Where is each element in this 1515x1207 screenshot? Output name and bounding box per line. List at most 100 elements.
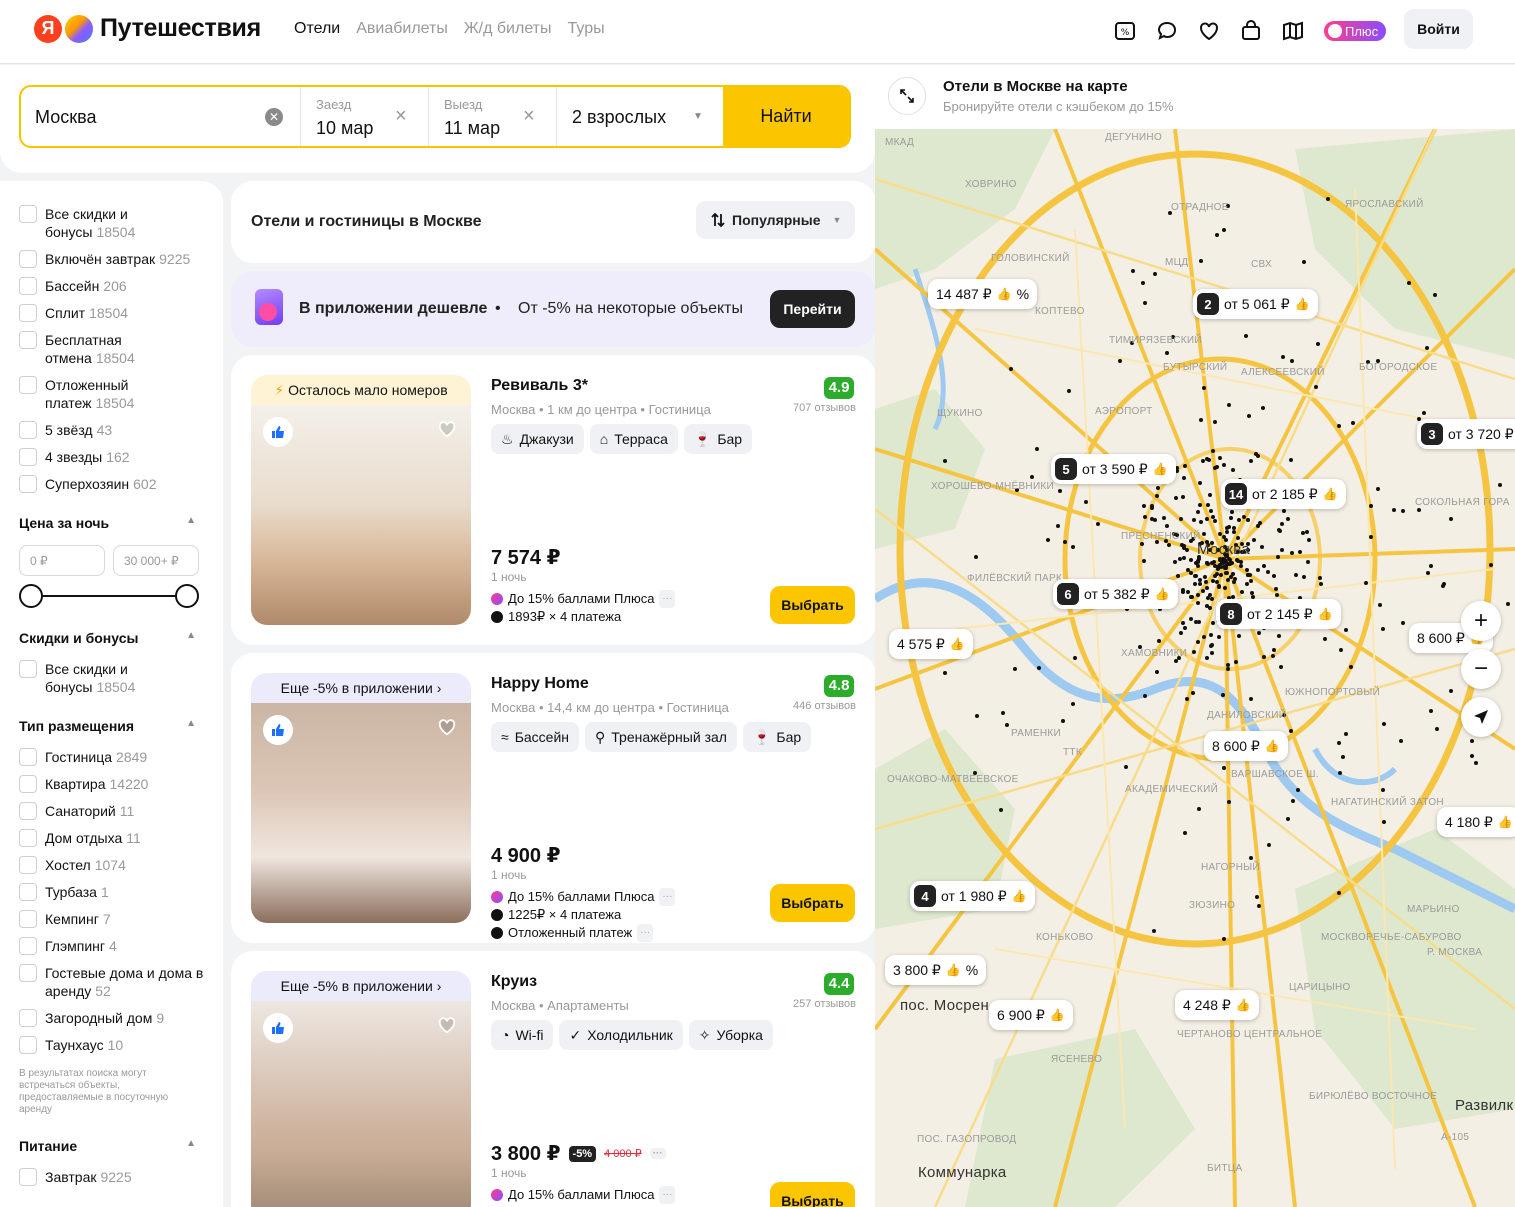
checkbox[interactable] bbox=[19, 277, 37, 295]
filter-option[interactable]: Бассейн 206 bbox=[19, 277, 223, 295]
logo[interactable]: Я Путешествия bbox=[34, 14, 261, 43]
checkbox[interactable] bbox=[19, 856, 37, 874]
map-price-pin[interactable]: 8 600 ₽ 👍 bbox=[1204, 731, 1288, 761]
hotels-map[interactable]: Москва пос. Мосрен Коммунарка Развилк пос. Г… bbox=[875, 129, 1515, 1207]
filter-option[interactable]: Квартира 14220 bbox=[19, 775, 223, 793]
favorite-icon[interactable] bbox=[437, 419, 457, 444]
book-icon[interactable] bbox=[1280, 18, 1306, 44]
more-icon[interactable]: ··· bbox=[637, 924, 654, 942]
map-price-pin[interactable]: 14 от 2 185 ₽ 👍 bbox=[1221, 479, 1346, 509]
choose-button[interactable]: Выбрать bbox=[770, 884, 855, 922]
checkout-field[interactable]: Выезд 11 мар × bbox=[429, 87, 557, 146]
filter-option[interactable]: Бесплатная отмена 18504 bbox=[19, 331, 223, 367]
filter-option[interactable]: Включён завтрак 9225 bbox=[19, 250, 223, 268]
nav-tours[interactable]: Туры bbox=[568, 20, 605, 38]
price-min-input[interactable]: 0 ₽ bbox=[19, 545, 105, 576]
filter-option[interactable]: Сплит 18504 bbox=[19, 304, 223, 322]
favorite-icon[interactable] bbox=[437, 1015, 457, 1040]
price-filter-header[interactable]: Цена за ночь ▲ bbox=[19, 515, 196, 531]
map-price-pin[interactable]: 3 800 ₽ 👍% bbox=[885, 955, 987, 985]
zoom-out-button[interactable]: − bbox=[1461, 649, 1501, 689]
checkbox[interactable] bbox=[19, 250, 37, 268]
city-field[interactable]: Москва ✕ bbox=[21, 87, 301, 146]
checkbox[interactable] bbox=[19, 660, 37, 678]
hotel-name[interactable]: Happy Home bbox=[491, 675, 589, 693]
map-price-pin[interactable]: 6 от 5 382 ₽ 👍 bbox=[1053, 579, 1178, 609]
checkbox[interactable] bbox=[19, 1036, 37, 1054]
hotel-card[interactable]: Еще -5% в приложении › Круиз Москва • Апар… bbox=[231, 951, 876, 1207]
more-icon[interactable]: ··· bbox=[659, 590, 676, 608]
cashback-icon[interactable]: % bbox=[1112, 18, 1138, 44]
hotel-photo[interactable]: ⚡ Осталось мало номеров bbox=[251, 375, 471, 625]
map-price-pin[interactable]: 3от 3 720 ₽👍 bbox=[1417, 419, 1515, 449]
map-price-pin[interactable]: 2 от 5 061 ₽ 👍 bbox=[1193, 289, 1318, 319]
more-icon[interactable]: ··· bbox=[659, 1186, 676, 1204]
nav-hotels[interactable]: Отели bbox=[294, 20, 340, 38]
hotel-name[interactable]: Круиз bbox=[491, 973, 537, 991]
checkbox[interactable] bbox=[19, 421, 37, 439]
choose-button[interactable]: Выбрать bbox=[770, 586, 855, 624]
more-icon[interactable]: ··· bbox=[659, 888, 676, 906]
map-price-pin[interactable]: 4 575 ₽ 👍 bbox=[889, 629, 973, 659]
filter-option[interactable]: Турбаза 1 bbox=[19, 883, 223, 901]
checkbox[interactable] bbox=[19, 829, 37, 847]
login-button[interactable]: Войти bbox=[1404, 9, 1473, 49]
choose-button[interactable]: Выбрать bbox=[770, 1182, 855, 1207]
clear-checkout-icon[interactable]: × bbox=[523, 105, 535, 128]
banner-go-button[interactable]: Перейти bbox=[770, 290, 855, 328]
filter-option[interactable]: 5 звёзд 43 bbox=[19, 421, 223, 439]
checkbox[interactable] bbox=[19, 964, 37, 982]
hotel-name[interactable]: Ревиваль 3* bbox=[491, 377, 588, 395]
bag-icon[interactable] bbox=[1238, 18, 1264, 44]
locate-button[interactable] bbox=[1461, 697, 1501, 737]
find-button[interactable]: Найти bbox=[723, 87, 849, 146]
filter-option[interactable]: Загородный дом 9 bbox=[19, 1009, 223, 1027]
slider-max-handle[interactable] bbox=[175, 584, 199, 608]
filter-option[interactable]: Отложенный платеж 18504 bbox=[19, 376, 223, 412]
checkbox[interactable] bbox=[19, 376, 37, 394]
hotel-photo[interactable]: Еще -5% в приложении › bbox=[251, 971, 471, 1207]
checkbox[interactable] bbox=[19, 775, 37, 793]
filter-option[interactable]: Дом отдыха 11 bbox=[19, 829, 223, 847]
hotel-card[interactable]: ⚡ Осталось мало номеров Ревиваль 3* Москва… bbox=[231, 355, 876, 645]
checkbox[interactable] bbox=[19, 937, 37, 955]
expand-map-button[interactable] bbox=[888, 77, 926, 115]
map-price-pin[interactable]: 5 от 3 590 ₽ 👍 bbox=[1051, 454, 1176, 484]
nav-trains[interactable]: Ж/д билеты bbox=[464, 20, 552, 38]
checkbox[interactable] bbox=[19, 910, 37, 928]
filter-option[interactable]: Таунхаус 10 bbox=[19, 1036, 223, 1054]
checkbox[interactable] bbox=[19, 475, 37, 493]
checkbox[interactable] bbox=[19, 802, 37, 820]
map-price-pin[interactable]: 4 от 1 980 ₽ 👍 bbox=[910, 881, 1035, 911]
filter-option[interactable]: Санаторий 11 bbox=[19, 802, 223, 820]
guests-field[interactable]: 2 взрослых ▼ bbox=[557, 87, 723, 146]
filter-option[interactable]: Гостевые дома и дома в аренду 52 bbox=[19, 964, 223, 1000]
filter-option[interactable]: 4 звезды 162 bbox=[19, 448, 223, 466]
checkin-field[interactable]: Заезд 10 мар × bbox=[301, 87, 429, 146]
checkbox[interactable] bbox=[19, 748, 37, 766]
hotel-photo[interactable]: Еще -5% в приложении › bbox=[251, 673, 471, 923]
hotel-card[interactable]: Еще -5% в приложении › Happy Home Москва •… bbox=[231, 653, 876, 943]
more-icon[interactable]: ··· bbox=[649, 1148, 666, 1159]
clear-city-icon[interactable]: ✕ bbox=[265, 108, 283, 126]
filter-option[interactable]: Гостиница 2849 bbox=[19, 748, 223, 766]
filter-option[interactable]: Хостел 1074 bbox=[19, 856, 223, 874]
chat-icon[interactable] bbox=[1154, 18, 1180, 44]
plus-badge[interactable]: Плюс bbox=[1324, 21, 1387, 41]
checkbox[interactable] bbox=[19, 331, 37, 349]
food-filter-header[interactable]: Питание ▲ bbox=[19, 1138, 196, 1154]
filter-option[interactable]: Все скидки и бонусы 18504 bbox=[19, 205, 223, 241]
map-price-pin[interactable]: 14 487 ₽ 👍% bbox=[928, 279, 1038, 309]
map-price-pin[interactable]: 4 180 ₽ 👍 bbox=[1437, 807, 1515, 837]
map-price-pin[interactable]: 4 248 ₽ 👍 bbox=[1175, 990, 1259, 1020]
checkbox[interactable] bbox=[19, 205, 37, 223]
heart-icon[interactable] bbox=[1196, 18, 1222, 44]
checkbox[interactable] bbox=[19, 883, 37, 901]
reviews-count[interactable]: 257 отзывов bbox=[793, 998, 856, 1010]
checkbox[interactable] bbox=[19, 1009, 37, 1027]
filter-option[interactable]: Глэмпинг 4 bbox=[19, 937, 223, 955]
price-max-input[interactable]: 30 000+ ₽ bbox=[113, 545, 199, 576]
map-price-pin[interactable]: 6 900 ₽ 👍 bbox=[989, 1000, 1073, 1030]
filter-option[interactable]: Суперхозяин 602 bbox=[19, 475, 223, 493]
nav-flights[interactable]: Авиабилеты bbox=[356, 20, 448, 38]
